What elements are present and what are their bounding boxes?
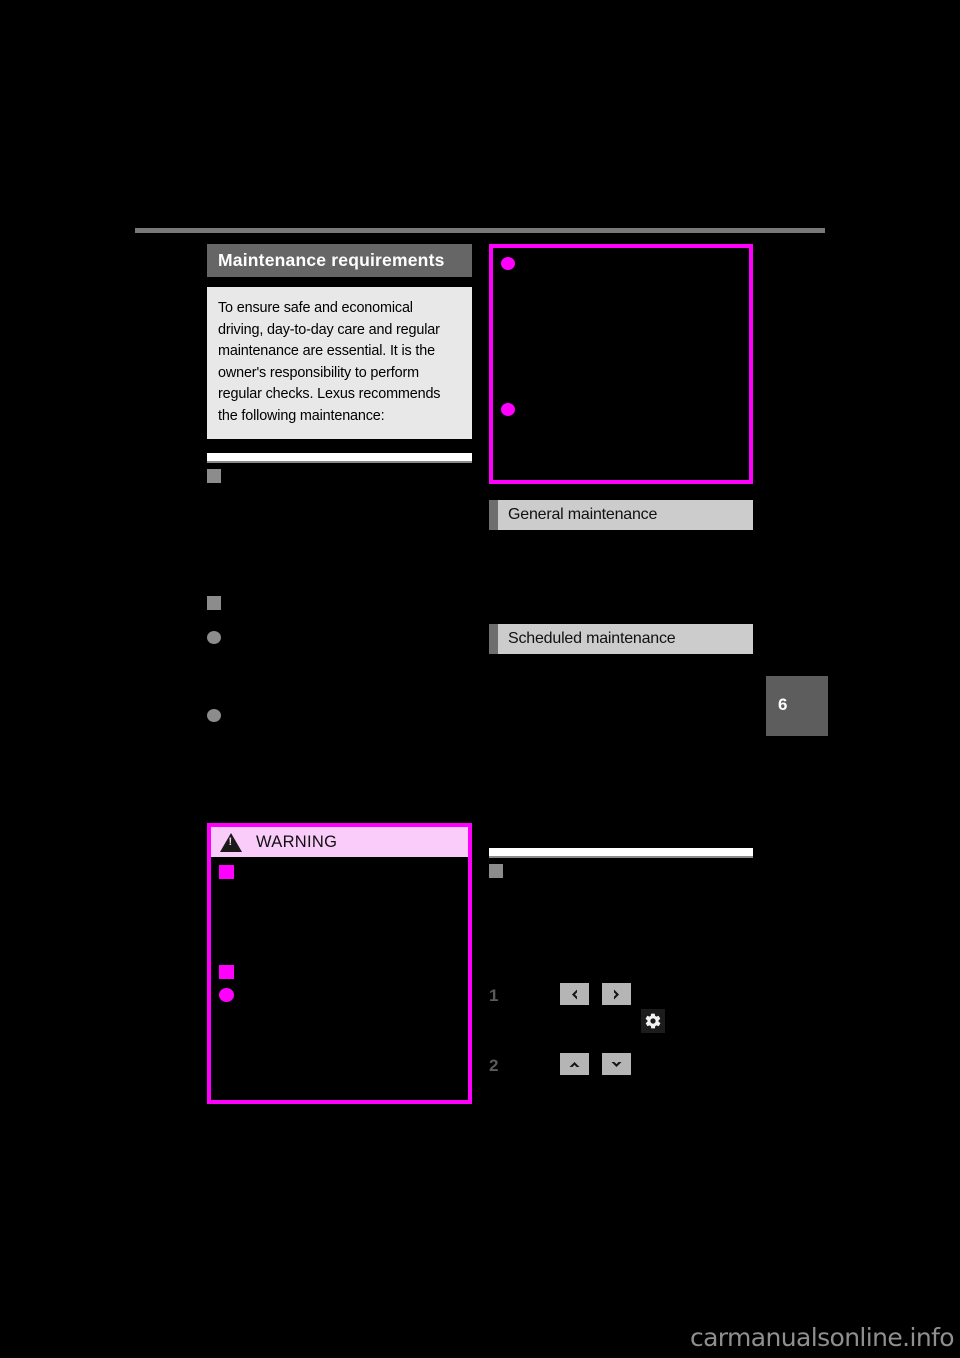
intro-panel: To ensure safe and economical driving, d… [207, 287, 472, 439]
chevron-up-icon[interactable] [560, 1053, 589, 1075]
step-item-2: 2 [489, 1053, 753, 1084]
chevron-down-icon[interactable] [602, 1053, 631, 1075]
header-general-maintenance-label: General maintenance [508, 506, 658, 523]
left-column: Maintenance requirements To ensure safe … [207, 244, 472, 776]
manual-page: Maintenance requirements To ensure safe … [0, 0, 960, 1358]
subheading-rule-white [489, 848, 753, 856]
body-reset-maintenance [489, 887, 753, 967]
step-number: 1 [489, 986, 499, 1005]
warning-item-1 [243, 864, 460, 954]
warning-box: WARNING [207, 823, 472, 1104]
page-title: Maintenance requirements [207, 244, 472, 277]
subheading-rule-white [207, 453, 472, 461]
body-scheduled-maintenance [489, 666, 753, 826]
site-watermark: carmanualsonline.info [689, 1323, 955, 1352]
chevron-right-icon[interactable] [602, 983, 631, 1005]
subheading-reset-maintenance-data: Resetting the maintenance data [489, 848, 753, 967]
subheading-secondary [207, 594, 472, 610]
subheading-rule-gray [207, 461, 472, 463]
subheading-label: Do-it-yourself maintenance [228, 467, 422, 484]
bullet-item-1 [207, 628, 472, 698]
round-bullet-icon [207, 631, 221, 644]
bullet-text-1 [228, 628, 472, 698]
warning-item-3 [243, 986, 460, 1076]
warning-body [211, 857, 468, 1100]
magenta-round-bullet-icon [501, 403, 515, 416]
subheading-label-3: Resetting the maintenance data [510, 862, 736, 879]
magenta-round-bullet-icon [501, 257, 515, 270]
notice-box [489, 244, 753, 484]
magenta-square-bullet-icon [219, 865, 234, 879]
header-scheduled-maintenance-label: Scheduled maintenance [508, 630, 676, 647]
gear-icon[interactable] [641, 1009, 665, 1033]
notice-item-1 [523, 255, 741, 385]
header-accent-bar [489, 500, 498, 530]
header-scheduled-maintenance: Scheduled maintenance [489, 624, 753, 654]
magenta-square-bullet-icon [219, 965, 234, 979]
warning-item-2 [243, 962, 460, 978]
square-bullet-icon [207, 596, 221, 610]
magenta-round-bullet-icon [219, 988, 234, 1002]
subheading-rule-gray [489, 856, 753, 858]
chapter-tab: 6 [766, 676, 828, 736]
body-paragraph-1 [207, 490, 472, 576]
square-bullet-icon [489, 864, 503, 878]
right-column: General maintenance Scheduled maintenanc… [489, 244, 753, 826]
notice-item-2 [523, 399, 741, 469]
bullet-text-2 [228, 706, 472, 776]
round-bullet-icon [207, 709, 221, 722]
warning-triangle-icon [220, 832, 242, 852]
subheading-do-it-yourself: Do-it-yourself maintenance [207, 453, 472, 484]
step-number: 2 [489, 1056, 499, 1075]
header-general-maintenance: General maintenance [489, 500, 753, 530]
warning-header: WARNING [211, 827, 468, 857]
step-item-1: 1 [489, 983, 753, 1033]
step-list: 1 2 [489, 983, 753, 1084]
bullet-item-2 [207, 706, 472, 776]
body-general-maintenance [489, 542, 753, 620]
square-bullet-icon [207, 469, 221, 483]
chapter-number: 6 [778, 695, 788, 714]
chevron-left-icon[interactable] [560, 983, 589, 1005]
header-accent-bar [489, 624, 498, 654]
warning-title: WARNING [256, 832, 338, 851]
page-top-divider [135, 228, 825, 233]
